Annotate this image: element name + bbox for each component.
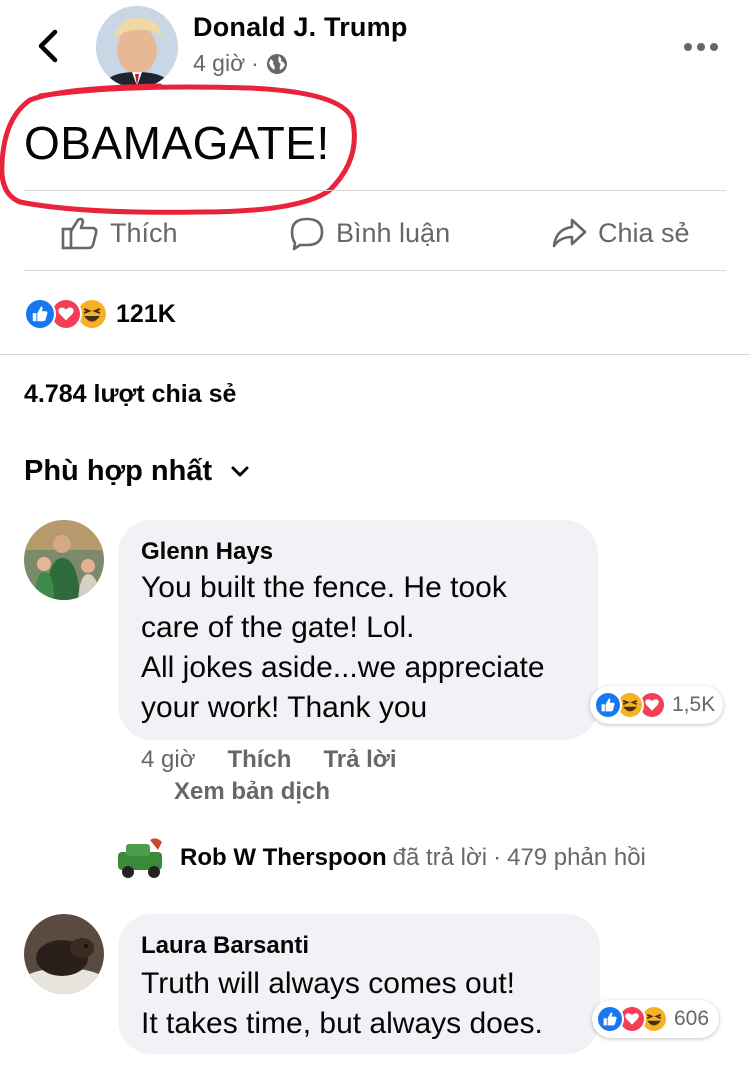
share-button[interactable]: Chia sẻ <box>550 210 690 256</box>
see-translation-link[interactable]: Xem bản dịch <box>174 778 330 806</box>
commenter-name[interactable]: Laura Barsanti <box>141 932 309 960</box>
commenter-avatar[interactable] <box>24 914 104 994</box>
share-count[interactable]: 4.784 lượt chia sẻ <box>24 380 236 409</box>
comment-text-line: You built the fence. He took <box>141 571 507 604</box>
divider <box>24 190 726 191</box>
reactions-summary[interactable]: 121K <box>24 296 176 332</box>
replier-name: Rob W Therspoon <box>180 844 387 871</box>
sort-label: Phù hợp nhất <box>24 455 213 487</box>
comment-text-line: care of the gate! Lol. <box>141 611 415 644</box>
divider <box>0 354 750 355</box>
dot-icon <box>684 43 692 51</box>
like-reaction-icon <box>24 298 56 330</box>
replier-avatar <box>116 836 166 880</box>
comment-bubble[interactable]: Glenn Hays You built the fence. He took … <box>118 520 598 740</box>
back-button[interactable] <box>30 26 66 66</box>
more-options-button[interactable] <box>684 40 720 54</box>
like-reaction-icon <box>594 691 622 719</box>
comment-time: 4 giờ <box>141 746 196 773</box>
like-reaction-icon <box>596 1005 624 1033</box>
comment-like-link[interactable]: Thích <box>227 746 291 774</box>
comment-reply-link[interactable]: Trả lời <box>323 746 396 774</box>
reply-separator: · <box>493 844 502 871</box>
dot-icon <box>710 43 718 51</box>
comment-reactions[interactable]: 606 <box>592 1000 720 1038</box>
commenter-name[interactable]: Glenn Hays <box>141 538 273 566</box>
share-label: Chia sẻ <box>598 217 690 248</box>
globe-icon <box>266 53 287 74</box>
comment-meta: 4 giờ Thích Trả lời <box>141 746 397 774</box>
author-avatar[interactable] <box>96 6 178 88</box>
red-circle-annotation <box>0 83 357 215</box>
comment-text-line: All jokes aside...we appreciate <box>141 651 545 684</box>
like-button[interactable]: Thích <box>60 210 178 256</box>
comment-reaction-count: 1,5K <box>672 693 716 716</box>
post-meta: 4 giờ · <box>193 50 289 77</box>
post-time[interactable]: 4 giờ <box>193 50 245 77</box>
comment-reaction-count: 606 <box>674 1007 710 1030</box>
chevron-left-icon <box>38 29 58 63</box>
comment-sort-dropdown[interactable]: Phù hợp nhất <box>24 455 250 488</box>
comment-reactions[interactable]: 1,5K <box>590 686 724 724</box>
chevron-down-icon <box>231 466 249 476</box>
comment-button[interactable]: Bình luận <box>288 210 450 256</box>
dot-icon <box>697 43 705 51</box>
replied-text: đã trả lời <box>392 844 488 871</box>
divider <box>24 270 726 271</box>
comment-text-line: your work! Thank you <box>141 691 428 724</box>
comment-text-line: It takes time, but always does. <box>141 1007 543 1040</box>
commenter-avatar[interactable] <box>24 520 104 600</box>
view-replies-link[interactable]: Rob W Therspoon đã trả lời · 479 phản hồ… <box>116 836 646 880</box>
reaction-count: 121K <box>116 299 176 328</box>
reply-count: 479 phản hồi <box>507 844 646 871</box>
author-name[interactable]: Donald J. Trump <box>193 12 408 43</box>
comment-text-line: Truth will always comes out! <box>141 967 516 1000</box>
share-arrow-icon <box>552 218 587 248</box>
thumbs-up-icon <box>61 217 98 250</box>
comment-icon <box>290 217 324 251</box>
meta-separator: · <box>251 50 259 76</box>
comment-bubble[interactable]: Laura Barsanti Truth will always comes o… <box>118 914 600 1054</box>
like-label: Thích <box>110 217 178 248</box>
comment-label: Bình luận <box>336 217 451 248</box>
